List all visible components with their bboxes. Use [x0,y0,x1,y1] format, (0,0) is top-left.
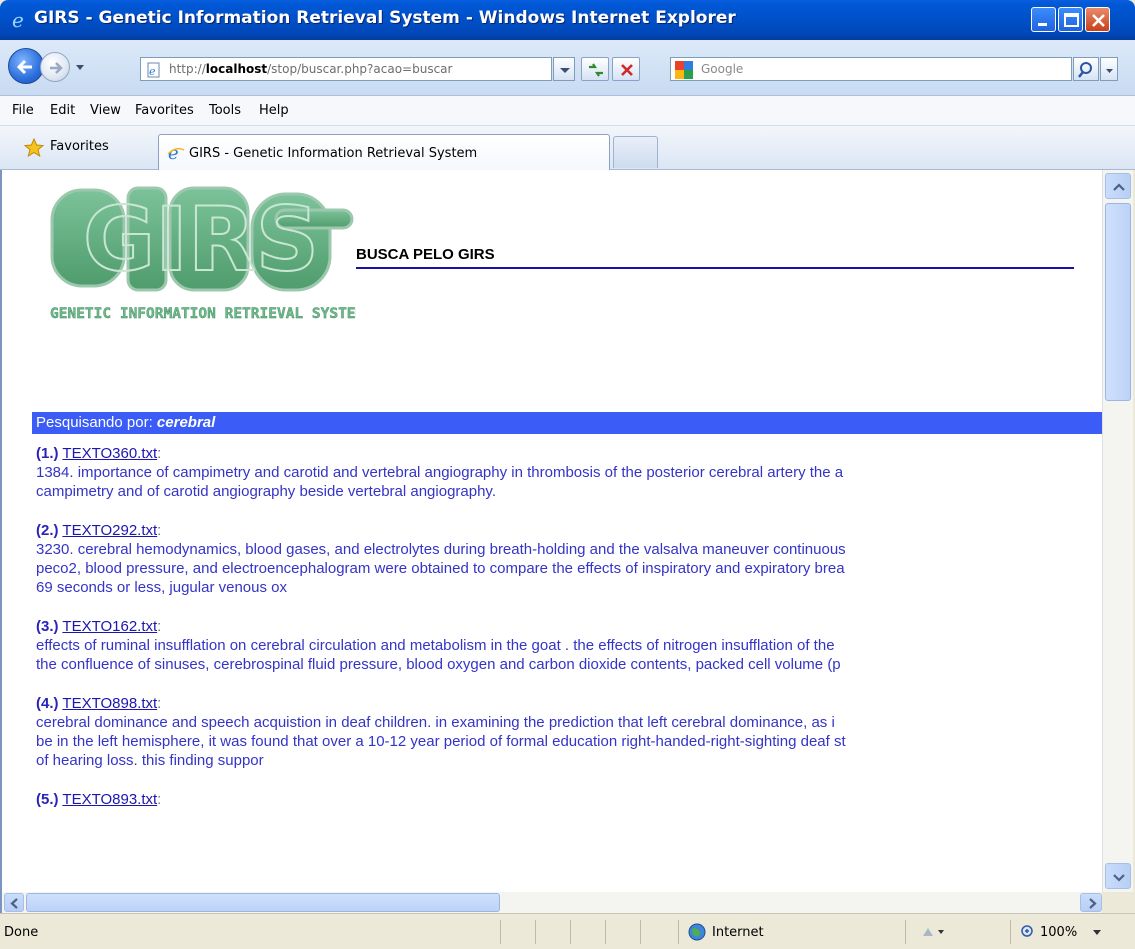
page-title: BUSCA PELO GIRS [356,246,495,263]
address-dropdown-button[interactable] [553,57,575,81]
result-item: (1.) TEXTO360.txt: 1384. importance of c… [36,444,1102,501]
zoom-icon [1021,925,1033,937]
stop-icon [621,64,633,76]
horizontal-scrollbar[interactable] [0,892,1102,913]
result-link[interactable]: TEXTO898.txt [62,695,157,712]
maximize-button[interactable] [1058,7,1083,32]
result-item: (2.) TEXTO292.txt: 3230. cerebral hemody… [36,521,1102,597]
window-title: GIRS - Genetic Information Retrieval Sys… [34,8,736,28]
search-icon [1078,62,1092,78]
search-term: cerebral [156,414,216,431]
favorites-button[interactable]: Favorites [50,139,109,154]
svg-text:e: e [149,65,156,78]
result-item: (4.) TEXTO898.txt: cerebral dominance an… [36,694,1102,770]
chevron-down-icon[interactable] [1092,928,1102,936]
menu-file[interactable]: File [12,103,34,118]
result-snippet: effects of ruminal insufflation on cereb… [36,637,835,654]
security-zone[interactable]: Internet [712,925,764,940]
scroll-up-button[interactable] [1105,173,1131,199]
favorites-bar: Favorites e GIRS - Genetic Information R… [0,126,1135,171]
status-text: Done [4,925,39,940]
google-icon [675,61,693,79]
vertical-scrollbar[interactable] [1102,170,1133,892]
result-snippet: campimetry and of carotid angiography be… [36,483,496,500]
title-bar: e GIRS - Genetic Information Retrieval S… [0,0,1135,40]
zoom-level[interactable]: 100% [1040,925,1077,940]
girs-logo: GIRS GENETIC INFORMATION RETRIEVAL SYSTE… [50,186,356,322]
menu-view[interactable]: View [90,103,121,118]
tab-label: GIRS - Genetic Information Retrieval Sys… [189,146,478,161]
recent-pages-dropdown-icon[interactable] [74,61,86,73]
search-options-button[interactable] [1100,57,1118,81]
search-placeholder: Google [701,62,744,76]
stop-button[interactable] [612,57,640,81]
result-number: (3.) [36,618,59,635]
result-snippet: 69 seconds or less, jugular venous ox [36,579,287,596]
result-snippet: the confluence of sinuses, cerebrospinal… [36,656,841,673]
result-snippet: 3230. cerebral hemodynamics, blood gases… [36,541,846,558]
scroll-right-button[interactable] [1080,893,1102,912]
result-number: (2.) [36,522,59,539]
protected-mode-icon[interactable] [920,924,946,940]
page-content: GIRS GENETIC INFORMATION RETRIEVAL SYSTE… [0,170,1102,892]
favorites-star-icon[interactable] [24,138,44,158]
result-item: (5.) TEXTO893.txt: [36,791,162,808]
svg-text:e: e [12,10,24,30]
url-text: http://localhost/stop/buscar.php?acao=bu… [169,62,453,76]
menu-edit[interactable]: Edit [50,103,75,118]
scroll-down-button[interactable] [1105,863,1131,889]
search-input[interactable]: Google [670,57,1072,81]
heading-divider [356,267,1074,269]
menu-bar: File Edit View Favorites Tools Help [0,96,1135,126]
chevron-right-icon [1089,898,1097,909]
result-link[interactable]: TEXTO893.txt [62,791,157,808]
menu-help[interactable]: Help [259,103,289,118]
menu-favorites[interactable]: Favorites [135,103,194,118]
forward-arrow-icon [50,62,63,74]
new-tab-button[interactable] [613,136,658,168]
result-number: (1.) [36,445,59,462]
menu-tools[interactable]: Tools [209,103,241,118]
close-button[interactable] [1085,7,1110,32]
result-link[interactable]: TEXTO360.txt [62,445,157,462]
chevron-left-icon [10,898,18,909]
ie-icon: e [167,144,185,162]
horizontal-scroll-thumb[interactable] [26,893,500,912]
chevron-down-icon [560,68,570,73]
chevron-down-icon [1106,69,1113,73]
result-link[interactable]: TEXTO292.txt [62,522,157,539]
tab-girs[interactable]: e GIRS - Genetic Information Retrieval S… [158,134,610,171]
page-icon: e [147,62,160,78]
search-prefix: Pesquisando por: [36,414,157,431]
result-snippet: be in the left hemisphere, it was found … [36,733,846,750]
chevron-down-icon [1113,874,1125,882]
back-button[interactable] [8,48,44,84]
result-snippet: 1384. importance of campimetry and carot… [36,464,844,481]
internet-zone-icon [688,923,706,941]
status-bar: Done Internet 100% [0,913,1135,949]
result-snippet: cerebral dominance and speech acquistion… [36,714,835,731]
result-snippet: peco2, blood pressure, and electroenceph… [36,560,845,577]
svg-text:GENETIC INFORMATION RETRIEVAL: GENETIC INFORMATION RETRIEVAL SYSTEM [50,306,356,322]
address-toolbar: e http://localhost/stop/buscar.php?acao=… [0,40,1135,96]
scroll-left-button[interactable] [4,893,24,912]
result-snippet: of hearing loss. this finding suppor [36,752,264,769]
result-number: (4.) [36,695,59,712]
address-input[interactable]: e http://localhost/stop/buscar.php?acao=… [140,57,552,81]
vertical-scroll-thumb[interactable] [1105,203,1131,401]
refresh-icon [589,63,603,77]
forward-button[interactable] [40,52,70,82]
search-query-banner: Pesquisando por: cerebral [32,412,1102,434]
scroll-corner [1102,892,1135,913]
result-number: (5.) [36,791,59,808]
result-item: (3.) TEXTO162.txt: effects of ruminal in… [36,617,1102,674]
search-button[interactable] [1073,57,1099,81]
chevron-up-icon [1113,183,1125,191]
refresh-button[interactable] [581,57,609,81]
ie-icon: e [12,10,24,30]
result-link[interactable]: TEXTO162.txt [62,618,157,635]
minimize-button[interactable] [1031,7,1056,32]
svg-text:GIRS: GIRS [83,188,319,291]
